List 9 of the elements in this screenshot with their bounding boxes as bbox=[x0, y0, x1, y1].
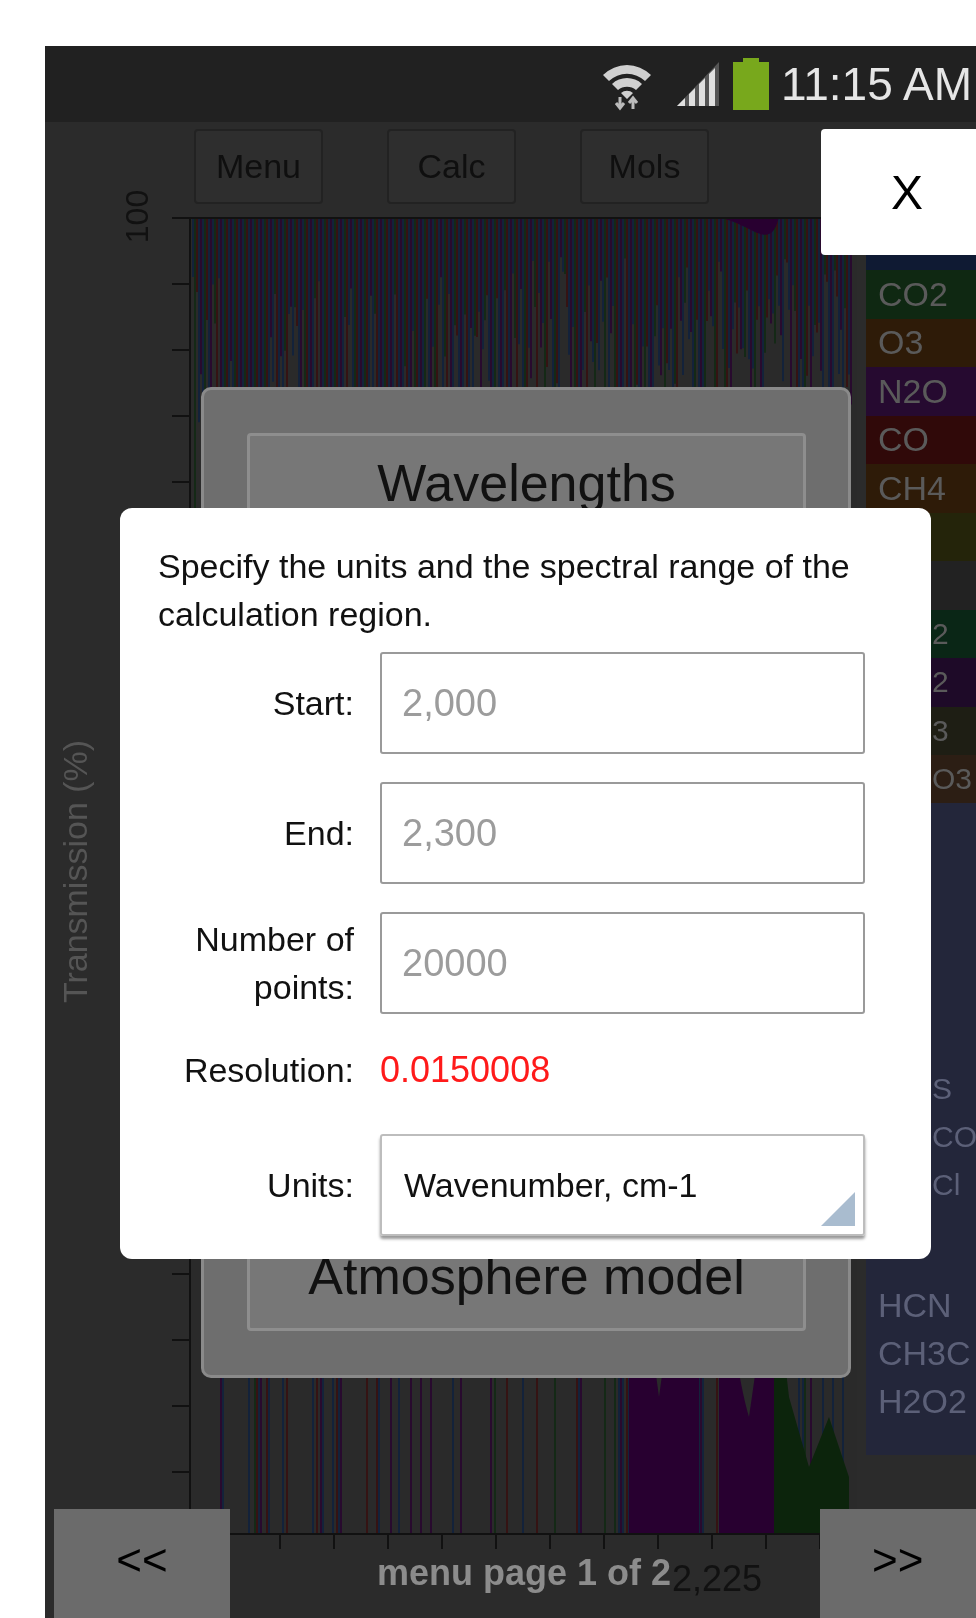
field-label: Start: bbox=[271, 683, 354, 724]
resolution-value: 0.0150008 bbox=[380, 1049, 551, 1091]
field-label: Units: bbox=[266, 1165, 354, 1206]
dialog-message: Specify the units and the spectral range of the calculation region. bbox=[158, 546, 851, 635]
field-label: Resolution: bbox=[182, 1050, 354, 1091]
field-label: End: bbox=[283, 813, 354, 854]
clock-time: 11:15 AM bbox=[781, 57, 972, 111]
field-label: Number of points: bbox=[194, 919, 354, 1008]
page-indicator: menu page 1 of 2 bbox=[375, 1552, 673, 1594]
